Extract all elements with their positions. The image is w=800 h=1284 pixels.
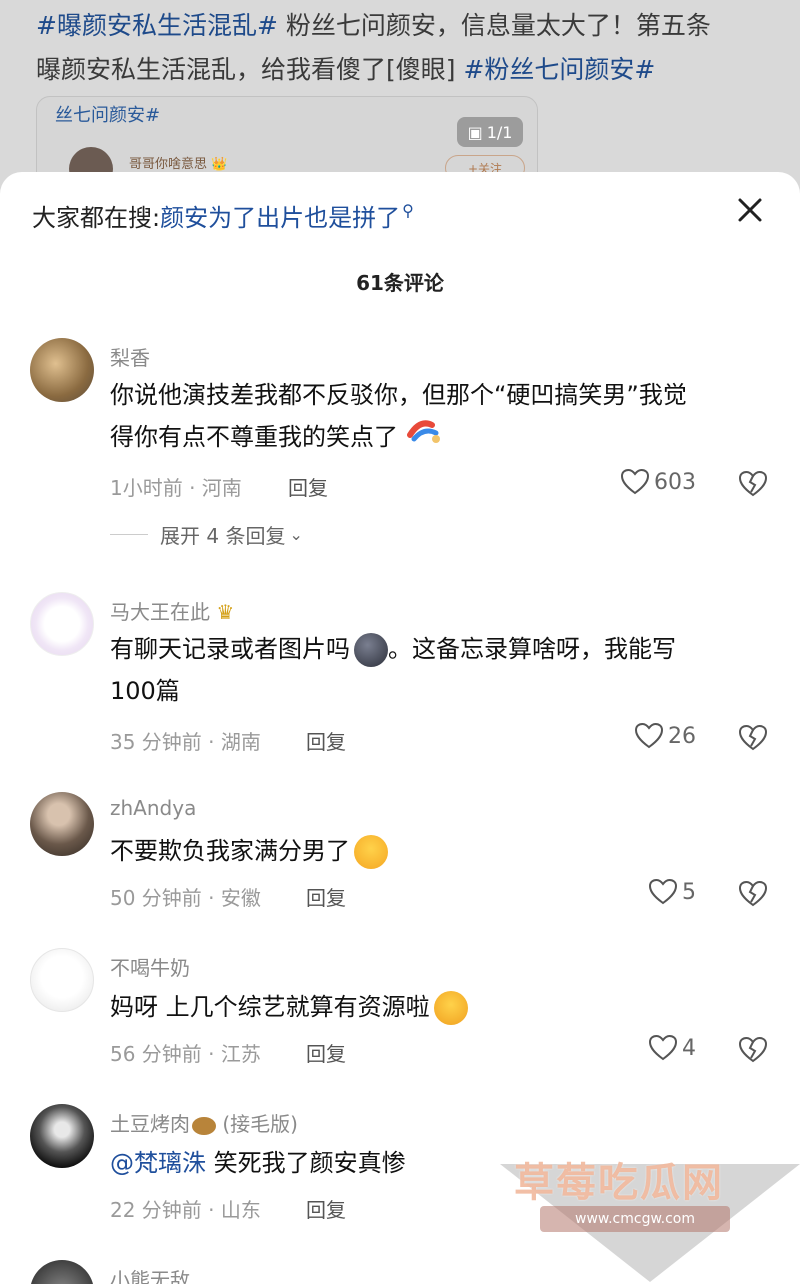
avatar[interactable] [30, 1260, 94, 1284]
heart-icon [634, 722, 664, 749]
comment-meta: 56 分钟前 · 江苏 [110, 1042, 261, 1066]
watermark: 草莓吃瓜网 www.cmcgw.com [500, 1160, 800, 1284]
dislike-button[interactable] [738, 470, 768, 498]
comment-text-line: 妈呀 上几个综艺就算有资源啦 [110, 993, 430, 1021]
comment-text: 你说他演技差我都不反驳你，但那个“硬凹搞笑男”我觉 得你有点不尊重我的笑点了 [110, 374, 770, 460]
reply-button[interactable]: 回复 [288, 472, 328, 501]
reply-button[interactable]: 回复 [306, 726, 346, 755]
search-query[interactable]: 颜安为了出片也是拼了 [160, 198, 400, 233]
reply-button[interactable]: 回复 [306, 1194, 346, 1223]
reply-button[interactable]: 回复 [306, 882, 346, 911]
watermark-url: www.cmcgw.com [540, 1206, 730, 1232]
comment-meta: 1小时前 · 河南 [110, 476, 242, 500]
comment-nickname-text: 土豆烤肉 [110, 1112, 190, 1136]
avatar[interactable] [30, 792, 94, 856]
like-count: 603 [654, 469, 696, 495]
like-count: 5 [682, 879, 696, 905]
comment-count: 61条评论 [356, 271, 444, 295]
comment-sheet: 大家都在搜: 颜安为了出片也是拼了 ⚲ 61条评论 梨香 你说他演技差我都不反驳… [0, 172, 800, 1284]
comment-nickname-text: 马大王在此 [110, 600, 210, 624]
search-icon: ⚲ [402, 201, 414, 220]
chevron-down-icon: ⌄ [289, 525, 303, 544]
broken-heart-icon [738, 1036, 768, 1063]
broken-heart-icon [738, 880, 768, 907]
expand-replies-button[interactable]: 展开 4 条回复 ⌄ [110, 520, 303, 549]
page-badge: ▣ 1/1 [457, 117, 523, 147]
crying-face-emoji-icon [354, 835, 388, 869]
post-text: #曝颜安私生活混乱# 粉丝七问颜安，信息量太大了！第五条 曝颜安私生活混乱，给我… [36, 4, 764, 92]
comment-text-line: 有聊天记录或者图片吗 [110, 635, 350, 663]
mention-link[interactable]: @梵璃洙 [110, 1149, 206, 1177]
avatar[interactable] [30, 1104, 94, 1168]
broken-heart-icon [738, 470, 768, 497]
reply-button[interactable]: 回复 [306, 1038, 346, 1067]
avatar[interactable] [30, 592, 94, 656]
avatar[interactable] [30, 948, 94, 1012]
divider [110, 534, 148, 535]
like-count: 4 [682, 1035, 696, 1061]
comment-text-line: 你说他演技差我都不反驳你，但那个“硬凹搞笑男”我觉 [110, 381, 687, 409]
broken-heart-icon [738, 724, 768, 751]
crown-icon: ♛ [216, 600, 235, 624]
close-icon [738, 198, 762, 222]
comment-nickname[interactable]: 马大王在此 ♛ [110, 596, 234, 625]
page-badge-text: 1/1 [486, 122, 513, 142]
like-button[interactable]: 603 [620, 468, 696, 496]
comment-text: 有聊天记录或者图片吗 。这备忘录算啥呀，我能写 100篇 [110, 628, 770, 712]
comment-text: 不要欺负我家满分男了 [110, 830, 770, 872]
dive-emoji-icon [406, 417, 442, 460]
comment-nickname[interactable]: zhAndya [110, 796, 196, 820]
dislike-button[interactable] [738, 880, 768, 908]
comment-text-line: 不要欺负我家满分男了 [110, 837, 350, 865]
like-count: 26 [668, 723, 696, 749]
card-author-name: 哥哥你啥意思 👑 [129, 157, 228, 172]
search-suggestion[interactable]: 大家都在搜: 颜安为了出片也是拼了 ⚲ [32, 198, 414, 233]
comment-nickname-suffix: (接毛版) [216, 1112, 298, 1136]
post-hashtag-1[interactable]: #曝颜安私生活混乱# [36, 11, 278, 40]
comment-text-line: 笑死我了颜安真惨 [206, 1149, 406, 1177]
expand-replies-label: 展开 4 条回复 [160, 524, 286, 548]
background-post: #曝颜安私生活混乱# 粉丝七问颜安，信息量太大了！第五条 曝颜安私生活混乱，给我… [0, 0, 800, 216]
avatar[interactable] [30, 338, 94, 402]
comment-nickname[interactable]: 小熊无敌 [110, 1264, 190, 1284]
card-hashtag: 丝七问颜安# [55, 105, 161, 126]
comment-nickname[interactable]: 不喝牛奶 [110, 952, 190, 981]
heart-icon [620, 468, 650, 495]
gallery-icon: ▣ [467, 122, 483, 142]
comment-meta: 22 分钟前 · 山东 [110, 1198, 261, 1222]
comment-text-line: 100篇 [110, 677, 180, 705]
post-hashtag-2[interactable]: #粉丝七问颜安# [463, 55, 655, 84]
comment-meta: 35 分钟前 · 湖南 [110, 730, 261, 754]
comment-nickname[interactable]: 土豆烤肉 (接毛版) [110, 1108, 298, 1137]
heart-icon [648, 878, 678, 905]
comment-text: 妈呀 上几个综艺就算有资源啦 [110, 986, 770, 1028]
search-prefix: 大家都在搜: [32, 204, 161, 232]
comment-text-line: 得你有点不尊重我的笑点了 [110, 423, 398, 451]
pleading-face-emoji-icon [433, 991, 468, 1025]
dark-face-emoji-icon [354, 633, 388, 667]
watermark-title: 草莓吃瓜网 [514, 1160, 724, 1206]
close-button[interactable] [732, 192, 768, 228]
like-button[interactable]: 5 [648, 878, 696, 906]
heart-icon [648, 1034, 678, 1061]
post-text-1: 粉丝七问颜安，信息量太大了！第五条 [277, 11, 711, 40]
like-button[interactable]: 4 [648, 1034, 696, 1062]
post-text-2: 曝颜安私生活混乱，给我看傻了[傻眼] [36, 55, 464, 84]
dislike-button[interactable] [738, 724, 768, 752]
comment-meta: 50 分钟前 · 安徽 [110, 886, 261, 910]
comment-nickname[interactable]: 梨香 [110, 342, 150, 371]
comment-text-line: 。这备忘录算啥呀，我能写 [388, 635, 676, 663]
like-button[interactable]: 26 [634, 722, 696, 750]
dislike-button[interactable] [738, 1036, 768, 1064]
potato-emoji-icon [192, 1116, 216, 1135]
